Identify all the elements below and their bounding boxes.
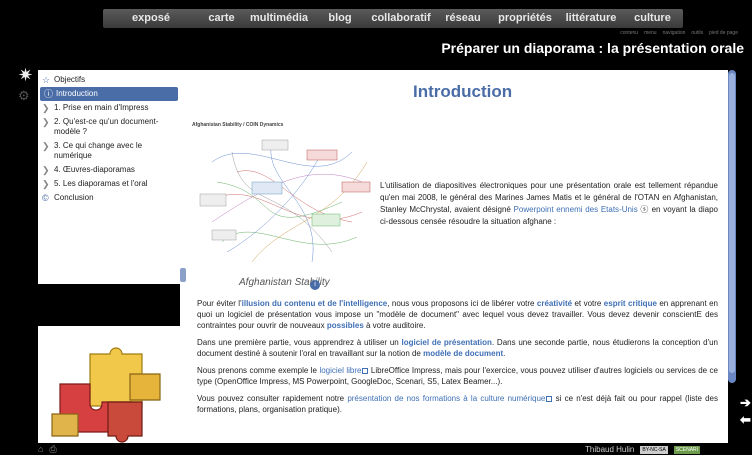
afghanistan-stability-diagram[interactable] xyxy=(192,122,378,276)
page-title: Préparer un diaporama : la présentation … xyxy=(441,40,744,56)
tools-icon[interactable]: ⚙ xyxy=(18,88,34,104)
text: . xyxy=(503,349,506,358)
text: Vous pouvez consulter rapidement notre xyxy=(197,394,348,403)
info-icon[interactable]: i xyxy=(310,280,320,290)
text: Pour éviter l' xyxy=(197,299,242,308)
paragraph: Pour éviter l'illusion du contenu et de … xyxy=(197,298,718,331)
toc-item-4[interactable]: ❯ 4. Œuvres-diaporamas xyxy=(38,163,180,177)
nav-proprietes[interactable]: propriétés xyxy=(490,9,560,28)
text: à votre auditoire. xyxy=(363,321,426,330)
toc-label: 5. Les diaporamas et l'oral xyxy=(54,179,148,188)
text: Dans une première partie, vous apprendre… xyxy=(197,338,402,347)
nav-carte[interactable]: carte xyxy=(199,9,244,28)
formations-link[interactable]: présentation de nos formations à la cult… xyxy=(347,394,545,403)
license-badge[interactable]: BY-NC-SA xyxy=(640,445,668,454)
toc-label: Introduction xyxy=(56,89,98,98)
footer: Thibaud Hulin BY-NC-SA SCENARI xyxy=(585,445,701,454)
text: , nous vous proposons ici de libérer vot… xyxy=(387,299,537,308)
previous-page-icon[interactable]: ⬅ xyxy=(740,413,751,426)
toc-label: 1. Prise en main d'Impress xyxy=(54,103,149,112)
toc-item-1[interactable]: ❯ 1. Prise en main d'Impress xyxy=(38,101,180,115)
next-page-icon[interactable]: ➔ xyxy=(740,396,751,409)
main-content: Introduction Afghanistan Stability / COI… xyxy=(180,70,728,443)
link-pied-de-page[interactable]: pied de page xyxy=(709,30,738,36)
accessibility-links: contenu menu navigation outils pied de p… xyxy=(620,30,738,36)
bottom-tools: ⌂ ⎙ xyxy=(38,444,57,455)
copyright-icon: © xyxy=(42,193,49,203)
keyword-link[interactable]: modèle de document xyxy=(423,349,503,358)
paragraph: Vous pouvez consulter rapidement notre p… xyxy=(197,393,718,415)
nav-reseau[interactable]: réseau xyxy=(436,9,490,28)
top-navigation: exposé carte multimédia blog collaborati… xyxy=(103,9,683,28)
keyword-link[interactable]: esprit critique xyxy=(604,299,657,308)
link-outils[interactable]: outils xyxy=(691,30,703,36)
chevron-right-icon: ❯ xyxy=(42,179,50,189)
paragraph: Dans une première partie, vous apprendre… xyxy=(197,337,718,359)
powerpoint-enemy-link[interactable]: Powerpoint ennemi des Etats-Unis xyxy=(514,205,638,214)
nav-expose[interactable]: exposé xyxy=(103,9,199,28)
star-icon: ☆ xyxy=(42,75,51,85)
vertical-scrollbar[interactable] xyxy=(728,70,736,383)
chevron-right-icon: ❯ xyxy=(42,141,50,151)
page-navigation: ➔ ⬅ xyxy=(740,396,751,426)
sparkle-star-icon: ✷ xyxy=(18,65,34,85)
author-name: Thibaud Hulin xyxy=(585,445,635,454)
toc-item-conclusion[interactable]: © Conclusion xyxy=(38,191,180,205)
body-paragraphs: Pour éviter l'illusion du contenu et de … xyxy=(197,298,718,421)
info-icon: ⓘ xyxy=(44,89,54,99)
link-menu[interactable]: menu xyxy=(644,30,657,36)
nav-blog[interactable]: blog xyxy=(314,9,366,28)
toc-item-5[interactable]: ❯ 5. Les diaporamas et l'oral xyxy=(38,177,180,191)
keyword-link[interactable]: créativité xyxy=(537,299,572,308)
diagram-title: Afghanistan Stability / COIN Dynamics xyxy=(192,122,284,128)
scenari-badge[interactable]: SCENARI xyxy=(673,445,701,454)
puzzle-illustration xyxy=(38,326,180,443)
toc-label: 3. Ce qui change avec le numérique xyxy=(54,141,143,160)
print-icon[interactable]: ⎙ xyxy=(49,444,56,455)
toc-item-objectifs[interactable]: ☆ Objectifs xyxy=(38,73,180,87)
toc-item-2[interactable]: ❯ 2. Qu'est-ce qu'un document-modèle ? xyxy=(38,115,180,139)
keyword-link[interactable]: possibles xyxy=(327,321,364,330)
nav-collaboratif[interactable]: collaboratif xyxy=(366,9,436,28)
page: exposé carte multimédia blog collaborati… xyxy=(0,0,752,455)
scrollbar-thumb[interactable] xyxy=(729,73,735,373)
text: Nous prenons comme exemple le xyxy=(197,366,320,375)
nav-culture[interactable]: culture xyxy=(622,9,683,28)
chevron-right-icon: ❯ xyxy=(42,165,50,175)
paragraph: Nous prenons comme exemple le logiciel l… xyxy=(197,365,718,387)
sidebar: ☆ Objectifs ⓘ Introduction ❯ 1. Prise en ma… xyxy=(38,70,180,284)
toc-item-introduction[interactable]: ⓘ Introduction xyxy=(40,87,178,101)
nav-multimedia[interactable]: multimédia xyxy=(244,9,314,28)
chevron-right-icon: ❯ xyxy=(42,103,50,113)
external-link-icon: ⓢ xyxy=(637,205,649,214)
section-heading: Introduction xyxy=(413,82,513,101)
table-of-contents: ☆ Objectifs ⓘ Introduction ❯ 1. Prise en ma… xyxy=(38,70,180,205)
chevron-right-icon: ❯ xyxy=(42,117,50,127)
keyword-link[interactable]: logiciel de présentation xyxy=(402,338,492,347)
keyword-link[interactable]: illusion du contenu et de l'intelligence xyxy=(242,299,388,308)
toc-item-3[interactable]: ❯ 3. Ce qui change avec le numérique xyxy=(38,139,180,163)
intro-paragraph: L'utilisation de diapositives électroniq… xyxy=(380,180,718,228)
home-icon[interactable]: ⌂ xyxy=(38,444,43,455)
nav-litterature[interactable]: littérature xyxy=(560,9,622,28)
toc-label: Conclusion xyxy=(54,193,94,202)
toc-label: 2. Qu'est-ce qu'un document-modèle ? xyxy=(54,117,159,136)
link-navigation[interactable]: navigation xyxy=(663,30,686,36)
collapse-sidebar-handle[interactable] xyxy=(180,268,186,282)
link-contenu[interactable]: contenu xyxy=(620,30,638,36)
toc-label: Objectifs xyxy=(54,75,86,84)
text: et votre xyxy=(572,299,604,308)
logiciel-libre-link[interactable]: logiciel libre xyxy=(319,366,361,375)
toc-label: 4. Œuvres-diaporamas xyxy=(54,165,135,174)
